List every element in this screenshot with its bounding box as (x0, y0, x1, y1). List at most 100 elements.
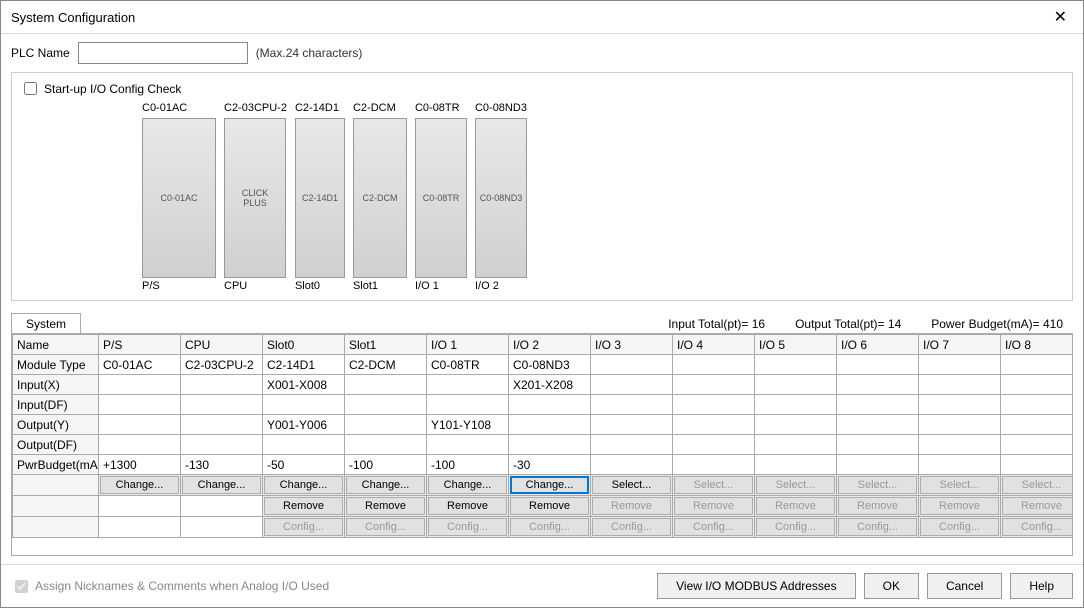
tab-system[interactable]: System (11, 313, 81, 334)
table-cell (181, 375, 263, 395)
table-cell (755, 435, 837, 455)
table-header-row: Name P/S CPU Slot0 Slot1 I/O 1 I/O 2 I/O… (13, 335, 1074, 355)
row-name: Module Type (13, 355, 99, 375)
table-cell: Select... (673, 475, 755, 496)
select-button[interactable]: Select... (592, 476, 671, 494)
select-button: Select... (674, 476, 753, 494)
assign-nicknames-checkbox (15, 580, 28, 593)
table-cell: X001-X008 (263, 375, 345, 395)
th-slot0: Slot0 (263, 335, 345, 355)
table-cell (181, 435, 263, 455)
select-button: Select... (920, 476, 999, 494)
table-cell (509, 415, 591, 435)
module-ps: C0-01AC C0-01AC P/S (142, 102, 216, 292)
table-cell (427, 375, 509, 395)
table-cell (919, 455, 1001, 475)
remove-button[interactable]: Remove (346, 497, 425, 515)
change-button[interactable]: Change... (182, 476, 261, 494)
table-cell (181, 395, 263, 415)
remove-button[interactable]: Remove (428, 497, 507, 515)
plc-name-input[interactable] (78, 42, 248, 64)
change-button[interactable]: Change... (346, 476, 425, 494)
cancel-button[interactable]: Cancel (927, 573, 1002, 599)
table-cell: Remove (509, 496, 591, 517)
titlebar: System Configuration ✕ (1, 1, 1083, 34)
module-footer: P/S (142, 280, 160, 292)
footer: Assign Nicknames & Comments when Analog … (1, 564, 1083, 607)
startup-check-checkbox[interactable] (24, 82, 37, 95)
table-cell: Remove (1001, 496, 1074, 517)
th-io5: I/O 5 (755, 335, 837, 355)
table-cell: -50 (263, 455, 345, 475)
module-image-cpu[interactable]: CLICKPLUS (224, 118, 286, 278)
table-cell: Config... (263, 517, 345, 538)
table-button-row: Config...Config...Config...Config...Conf… (13, 517, 1074, 538)
module-image-slot0[interactable]: C2-14D1 (295, 118, 345, 278)
config-button: Config... (592, 518, 671, 536)
startup-check-row: Start-up I/O Config Check (20, 79, 1064, 98)
table-cell (509, 395, 591, 415)
table-cell (919, 415, 1001, 435)
table-cell: Change... (99, 475, 181, 496)
row-name (13, 475, 99, 496)
table-cell (181, 415, 263, 435)
table-cell (837, 435, 919, 455)
table-cell: Remove (673, 496, 755, 517)
ok-button[interactable]: OK (864, 573, 919, 599)
table-cell (673, 395, 755, 415)
table-cell: Config... (755, 517, 837, 538)
table-button-row: RemoveRemoveRemoveRemoveRemoveRemoveRemo… (13, 496, 1074, 517)
table-cell (755, 455, 837, 475)
module-image-ps[interactable]: C0-01AC (142, 118, 216, 278)
table-cell (591, 435, 673, 455)
module-io1: C0-08TR C0-08TR I/O 1 (415, 102, 467, 292)
table-cell (1001, 395, 1074, 415)
change-button[interactable]: Change... (100, 476, 179, 494)
module-image-slot1[interactable]: C2-DCM (353, 118, 407, 278)
change-button[interactable]: Change... (428, 476, 507, 494)
table-cell: -100 (345, 455, 427, 475)
table-cell: Config... (1001, 517, 1074, 538)
assign-nicknames-label: Assign Nicknames & Comments when Analog … (35, 579, 329, 593)
config-button: Config... (756, 518, 835, 536)
table-cell (755, 395, 837, 415)
config-button: Config... (1002, 518, 1073, 536)
close-icon[interactable]: ✕ (1048, 7, 1073, 27)
table-row: Input(X)X001-X008X201-X208 (13, 375, 1074, 395)
change-button[interactable]: Change... (510, 476, 589, 494)
table-cell: -130 (181, 455, 263, 475)
select-button: Select... (1002, 476, 1073, 494)
table-cell: Select... (755, 475, 837, 496)
table-cell (591, 395, 673, 415)
module-footer: Slot0 (295, 280, 320, 292)
module-header: C0-08TR (415, 102, 460, 116)
module-image-io1[interactable]: C0-08TR (415, 118, 467, 278)
help-button[interactable]: Help (1010, 573, 1073, 599)
table-cell: Select... (919, 475, 1001, 496)
table-button-row: Change...Change...Change...Change...Chan… (13, 475, 1074, 496)
table-cell: Config... (509, 517, 591, 538)
module-image-io2[interactable]: C0-08ND3 (475, 118, 527, 278)
change-button[interactable]: Change... (264, 476, 343, 494)
remove-button[interactable]: Remove (510, 497, 589, 515)
remove-button[interactable]: Remove (264, 497, 343, 515)
table-cell: Remove (345, 496, 427, 517)
output-total: Output Total(pt)= 14 (795, 317, 901, 331)
view-modbus-button[interactable]: View I/O MODBUS Addresses (657, 573, 856, 599)
table-cell (99, 496, 181, 517)
table-cell: C0-01AC (99, 355, 181, 375)
table-cell (837, 415, 919, 435)
config-table: Name P/S CPU Slot0 Slot1 I/O 1 I/O 2 I/O… (12, 334, 1073, 538)
footer-left: Assign Nicknames & Comments when Analog … (11, 577, 329, 596)
module-header: C2-03CPU-2 (224, 102, 287, 116)
table-cell: Change... (509, 475, 591, 496)
th-io1: I/O 1 (427, 335, 509, 355)
row-name: Output(DF) (13, 435, 99, 455)
table-cell (345, 375, 427, 395)
table-cell (919, 375, 1001, 395)
table-row: PwrBudget(mA)+1300-130-50-100-100-30 (13, 455, 1074, 475)
table-cell: Config... (427, 517, 509, 538)
th-slot1: Slot1 (345, 335, 427, 355)
table-cell: Remove (263, 496, 345, 517)
modules-preview: C0-01AC C0-01AC P/S C2-03CPU-2 CLICKPLUS… (20, 102, 1064, 292)
